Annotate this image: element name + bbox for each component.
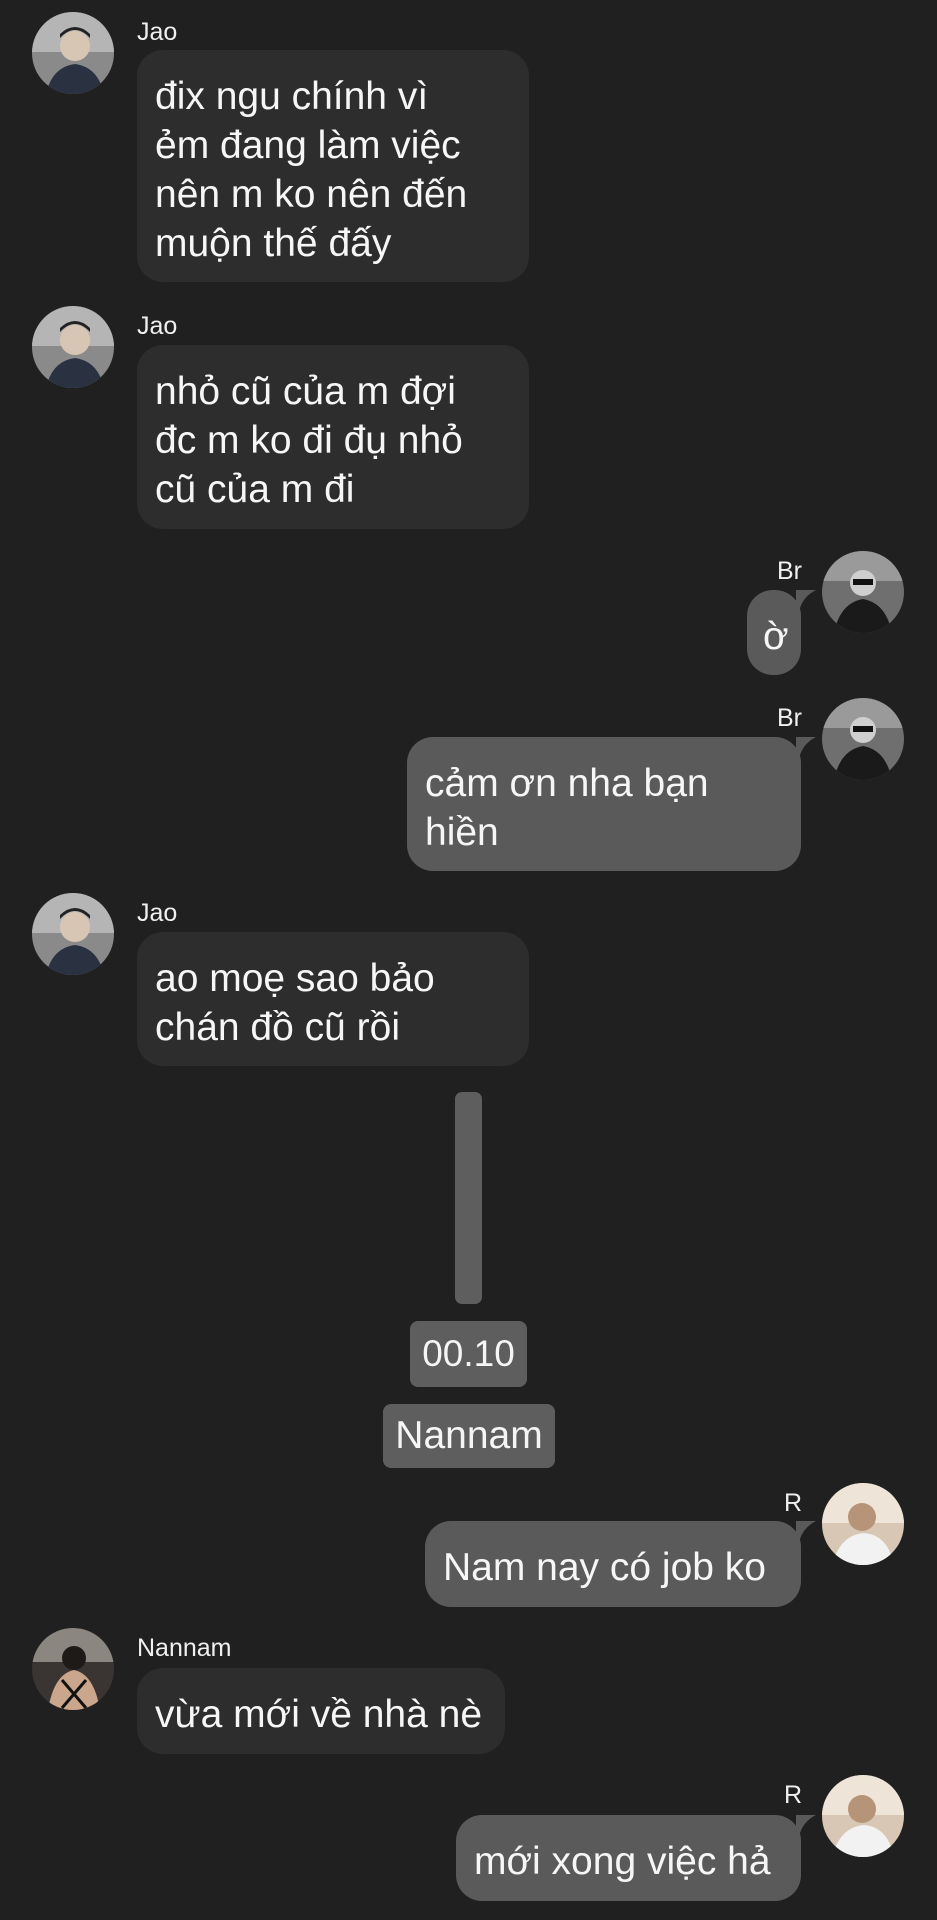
message-bubble[interactable]: đix ngu chính vì ẻm đang làm việc nên m …: [137, 50, 529, 282]
message-bubble[interactable]: nhỏ cũ của m đợi đc m ko đi đụ nhỏ cũ củ…: [137, 345, 529, 529]
sender-name: Br: [777, 704, 802, 732]
bubble-tail: [796, 590, 816, 608]
sender-name: R: [783, 1781, 802, 1809]
message-text: đix ngu chính vì ẻm đang làm việc nên m …: [155, 75, 468, 265]
avatar-jao[interactable]: [32, 893, 114, 975]
sender-name: Jao: [137, 18, 178, 46]
avatar-jao[interactable]: [32, 306, 114, 388]
sender-name: Nannam: [137, 1634, 232, 1662]
message-text: vừa mới về nhà nè: [155, 1693, 483, 1736]
message-text: ao moẹ sao bảo chán đồ cũ rồi: [155, 957, 435, 1049]
message-bubble[interactable]: ờ: [747, 590, 801, 675]
message-text: mới xong việc hả: [474, 1840, 771, 1883]
message-text: cảm ơn nha bạn hiền: [425, 762, 709, 854]
divider-bar: [455, 1092, 482, 1304]
message-bubble[interactable]: ao moẹ sao bảo chán đồ cũ rồi: [137, 932, 529, 1066]
bubble-tail: [796, 1521, 816, 1539]
avatar-r[interactable]: [822, 1483, 904, 1565]
sender-name: Jao: [137, 899, 178, 927]
avatar-br[interactable]: [822, 551, 904, 633]
name-label: Nannam: [383, 1404, 555, 1468]
bubble-tail: [796, 1815, 816, 1833]
bubble-tail: [796, 737, 816, 755]
avatar-br[interactable]: [822, 698, 904, 780]
message-bubble[interactable]: vừa mới về nhà nè: [137, 1668, 505, 1754]
sender-name: Jao: [137, 312, 178, 340]
avatar-nannam[interactable]: [32, 1628, 114, 1710]
message-text: ờ: [763, 615, 789, 658]
message-bubble[interactable]: cảm ơn nha bạn hiền: [407, 737, 801, 871]
avatar-r[interactable]: [822, 1775, 904, 1857]
time-label: 00.10: [410, 1321, 527, 1387]
message-bubble[interactable]: Nam nay có job ko: [425, 1521, 801, 1607]
sender-name: Br: [777, 557, 802, 585]
sender-name: R: [783, 1489, 802, 1517]
message-text: nhỏ cũ của m đợi đc m ko đi đụ nhỏ cũ củ…: [155, 370, 463, 511]
message-text: Nam nay có job ko: [443, 1546, 766, 1589]
message-bubble[interactable]: mới xong việc hả: [456, 1815, 801, 1901]
avatar-jao[interactable]: [32, 12, 114, 94]
